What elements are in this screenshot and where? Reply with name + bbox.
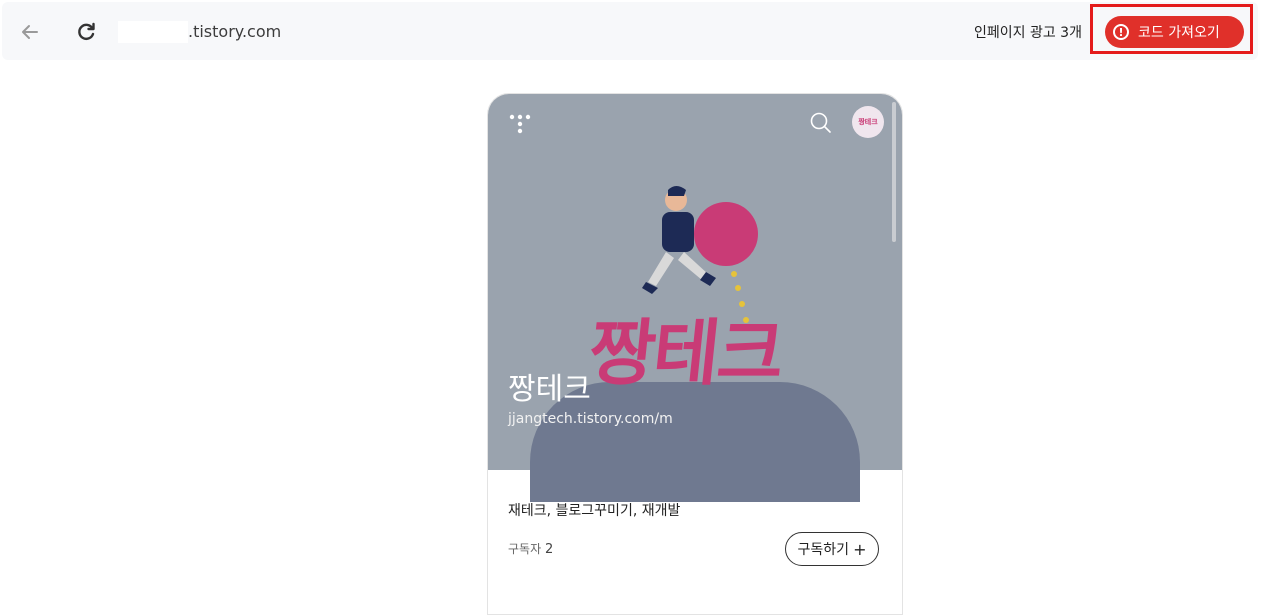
ad-count-label: 인페이지 광고 3개 — [974, 25, 1082, 41]
scrollbar[interactable] — [892, 102, 896, 242]
tistory-logo-icon[interactable] — [508, 112, 532, 136]
subscribe-button[interactable]: 구독하기 + — [785, 532, 879, 566]
url-redaction — [118, 21, 188, 43]
plus-icon: + — [853, 539, 867, 559]
browser-toolbar: .tistory.com 인페이지 광고 3개 ! 코드 가져오기 — [2, 2, 1258, 60]
arrow-left-icon[interactable] — [18, 20, 42, 44]
subscribe-label: 구독하기 — [797, 542, 850, 558]
reload-icon[interactable] — [74, 20, 98, 44]
highlight-box — [1090, 4, 1253, 54]
subscribers-label: 구독자 — [508, 542, 542, 556]
url-text[interactable]: .tistory.com — [188, 22, 281, 41]
blog-title: 짱테크 — [508, 372, 591, 407]
avatar[interactable]: 짱테크 — [852, 106, 884, 138]
subscribers-count: 2 — [544, 542, 554, 557]
blog-url[interactable]: jjangtech.tistory.com/m — [508, 411, 673, 427]
blog-card: 짱테크 짱테크 짱테크 jjangtech.tistory.com/m 재테크,… — [487, 93, 903, 615]
search-icon[interactable] — [810, 112, 832, 134]
cover-logo-text: 짱테크 — [584, 311, 787, 395]
subscriber-info: 구독자 2 — [508, 540, 553, 557]
blog-cover: 짱테크 짱테크 짱테크 jjangtech.tistory.com/m — [488, 94, 902, 502]
blog-categories: 재테크, 블로그꾸미기, 재개발 — [508, 503, 681, 519]
